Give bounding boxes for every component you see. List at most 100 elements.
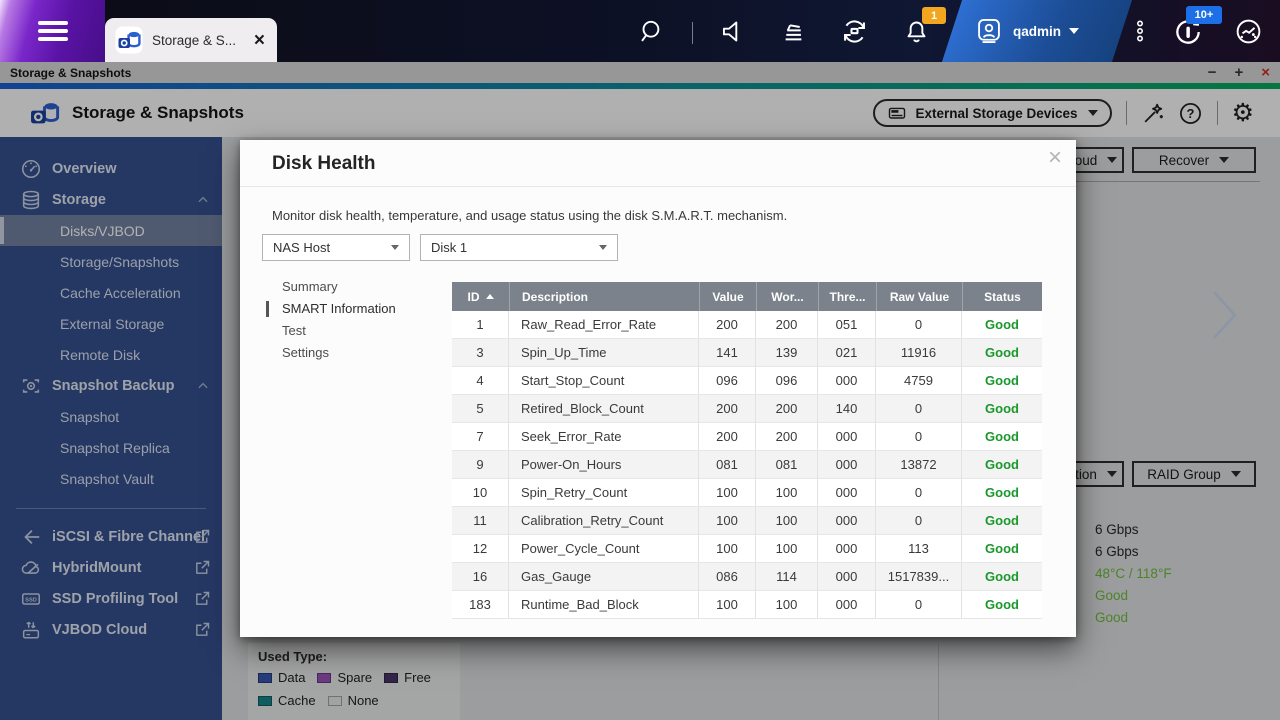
menu-item-label: Summary [282, 279, 338, 294]
table-cell: 096 [699, 367, 756, 394]
table-cell: 5 [452, 395, 509, 422]
table-cell: 0 [876, 591, 962, 618]
table-cell: 1 [452, 311, 509, 338]
table-cell: 000 [818, 591, 876, 618]
table-cell: 200 [756, 311, 818, 338]
dialog-menu-summary[interactable]: Summary [266, 276, 396, 298]
resource-monitor-icon[interactable] [1234, 17, 1263, 46]
table-cell: 113 [876, 535, 962, 562]
status-cell: Good [962, 591, 1042, 618]
table-cell: 140 [818, 395, 876, 422]
table-cell: Power-On_Hours [509, 451, 699, 478]
select-caret-icon [391, 245, 399, 250]
app-tab-storage-snapshots[interactable]: Storage & S... × [105, 18, 277, 62]
table-cell: 0 [876, 507, 962, 534]
disk-health-dialog: × Disk Health Monitor disk health, tempe… [240, 140, 1076, 637]
menu-item-label: SMART Information [282, 301, 396, 316]
status-cell: Good [962, 339, 1042, 366]
status-cell: Good [962, 479, 1042, 506]
column-header-description[interactable]: Description [509, 282, 699, 311]
table-cell: 000 [818, 367, 876, 394]
table-cell: Spin_Up_Time [509, 339, 699, 366]
table-cell: Calibration_Retry_Count [509, 507, 699, 534]
table-row[interactable]: 11Calibration_Retry_Count1001000000Good [452, 507, 1042, 535]
table-cell: 100 [699, 591, 756, 618]
table-cell: 096 [756, 367, 818, 394]
dialog-side-menu: Summary SMART Information Test Settings [266, 276, 396, 364]
table-cell: 200 [756, 423, 818, 450]
table-cell: 11 [452, 507, 509, 534]
table-cell: 1517839... [876, 563, 962, 590]
table-cell: 200 [756, 395, 818, 422]
table-cell: 081 [699, 451, 756, 478]
table-cell: Retired_Block_Count [509, 395, 699, 422]
backup-sync-icon[interactable] [840, 17, 869, 46]
dialog-title: Disk Health [272, 153, 375, 175]
column-header-wor[interactable]: Wor... [756, 282, 818, 311]
table-cell: 12 [452, 535, 509, 562]
table-row[interactable]: 1Raw_Read_Error_Rate2002000510Good [452, 311, 1042, 339]
dialog-menu-test[interactable]: Test [266, 320, 396, 342]
table-cell: 000 [818, 507, 876, 534]
table-row[interactable]: 4Start_Stop_Count0960960004759Good [452, 367, 1042, 395]
status-cell: Good [962, 311, 1042, 338]
table-row[interactable]: 5Retired_Block_Count2002001400Good [452, 395, 1042, 423]
column-header-value[interactable]: Value [699, 282, 756, 311]
table-row[interactable]: 183Runtime_Bad_Block1001000000Good [452, 591, 1042, 619]
table-cell: 000 [818, 535, 876, 562]
column-header-status[interactable]: Status [962, 282, 1042, 311]
tab-close-icon[interactable]: × [254, 31, 265, 50]
table-cell: Runtime_Bad_Block [509, 591, 699, 618]
table-cell: 114 [756, 563, 818, 590]
table-row[interactable]: 7Seek_Error_Rate2002000000Good [452, 423, 1042, 451]
status-cell: Good [962, 367, 1042, 394]
column-header-id[interactable]: ID [452, 282, 509, 311]
background-tasks-badge: 10+ [1186, 6, 1222, 24]
tab-label: Storage & S... [152, 33, 254, 48]
table-cell: Start_Stop_Count [509, 367, 699, 394]
dialog-menu-smart-information[interactable]: SMART Information [266, 298, 396, 320]
desktop-taskbar: Storage & S... × 1 qadmin 1 [0, 0, 1280, 62]
status-cell: Good [962, 507, 1042, 534]
taskbar-divider [692, 22, 693, 44]
table-cell: 0 [876, 311, 962, 338]
table-cell: 000 [818, 451, 876, 478]
table-row[interactable]: 12Power_Cycle_Count100100000113Good [452, 535, 1042, 563]
dialog-menu-settings[interactable]: Settings [266, 342, 396, 364]
main-menu-button[interactable] [0, 0, 105, 62]
dialog-select-disk-1[interactable]: Disk 1 [420, 234, 618, 261]
table-cell: Raw_Read_Error_Rate [509, 311, 699, 338]
dialog-close-icon[interactable]: × [1048, 146, 1062, 170]
table-cell: 10 [452, 479, 509, 506]
table-cell: 0 [876, 423, 962, 450]
table-cell: 021 [818, 339, 876, 366]
table-row[interactable]: 3Spin_Up_Time14113902111916Good [452, 339, 1042, 367]
table-cell: 4 [452, 367, 509, 394]
column-header-label: Value [712, 290, 743, 304]
table-row[interactable]: 9Power-On_Hours08108100013872Good [452, 451, 1042, 479]
table-cell: 100 [756, 591, 818, 618]
menu-item-label: Settings [282, 345, 329, 360]
table-cell: 081 [756, 451, 818, 478]
user-caret-icon [1069, 28, 1079, 34]
table-cell: 000 [818, 563, 876, 590]
table-row[interactable]: 16Gas_Gauge0861140001517839...Good [452, 563, 1042, 591]
event-log-icon[interactable] [780, 18, 807, 45]
table-row[interactable]: 10Spin_Retry_Count1001000000Good [452, 479, 1042, 507]
table-cell: 4759 [876, 367, 962, 394]
announcement-icon[interactable] [720, 18, 747, 45]
select-caret-icon [599, 245, 607, 250]
active-menu-indicator [266, 301, 269, 317]
more-options-icon[interactable] [1128, 19, 1152, 43]
table-cell: 100 [699, 507, 756, 534]
user-menu[interactable]: qadmin [975, 0, 1079, 62]
dialog-select-nas-host[interactable]: NAS Host [262, 234, 410, 261]
column-header-label: Thre... [829, 290, 865, 304]
table-cell: 13872 [876, 451, 962, 478]
search-icon[interactable] [638, 18, 665, 45]
notification-count-badge: 1 [922, 7, 946, 24]
column-header-raw-value[interactable]: Raw Value [876, 282, 962, 311]
table-cell: 0 [876, 479, 962, 506]
column-header-thre[interactable]: Thre... [818, 282, 876, 311]
select-value: NAS Host [273, 240, 379, 255]
